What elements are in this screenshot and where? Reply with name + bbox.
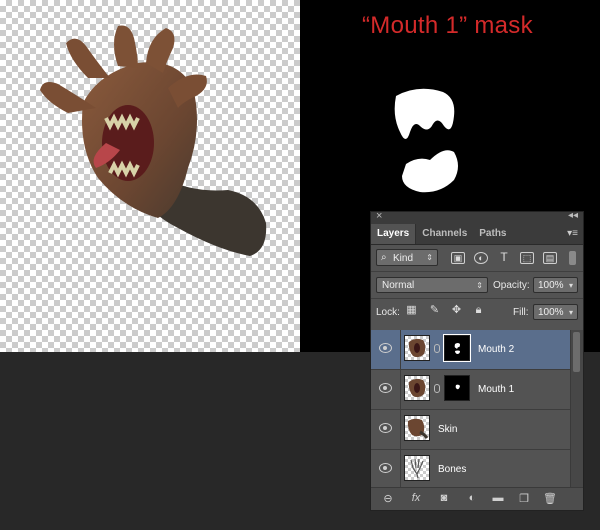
tab-layers[interactable]: Layers (371, 224, 417, 244)
eye-icon (379, 383, 392, 393)
chevron-down-icon: ▾ (568, 281, 573, 290)
chevron-down-icon: ▾ (568, 308, 573, 317)
layer-thumbnail (404, 455, 430, 481)
layer-row-skin[interactable]: Skin (371, 410, 571, 450)
adjustment-filter-icon[interactable]: ◐ (474, 252, 488, 264)
fill-label: Fill: (513, 307, 529, 318)
link-layers-icon[interactable]: ⊖ (379, 492, 397, 505)
tab-channels[interactable]: Channels (416, 224, 473, 244)
panel-title-bar[interactable]: × ◂◂ (371, 210, 583, 224)
mask-link-icon[interactable] (434, 384, 440, 393)
visibility-toggle[interactable] (371, 330, 401, 369)
filter-toggle-switch[interactable] (569, 251, 576, 265)
lock-transparent-icon[interactable]: ▦ (405, 304, 418, 317)
layers-list: Mouth 2 Mouth 1 Skin Bones (371, 330, 571, 490)
layer-thumbnail (404, 375, 430, 401)
new-group-icon[interactable]: ▬ (489, 492, 507, 504)
smart-object-filter-icon[interactable]: ▤ (543, 252, 557, 264)
layer-name: Mouth 1 (478, 384, 515, 395)
layers-scrollbar[interactable] (570, 330, 583, 488)
type-filter-icon[interactable]: T (497, 251, 511, 264)
search-icon: ⌕ (381, 252, 387, 263)
collapse-panel-icon[interactable]: ◂◂ (568, 210, 578, 221)
layer-mask-thumbnail[interactable] (444, 375, 470, 401)
filter-kind-label: Kind (393, 253, 414, 264)
visibility-toggle[interactable] (371, 450, 401, 489)
mask-shape-image (394, 88, 458, 193)
image-filter-icon[interactable]: ▣ (451, 252, 465, 264)
eye-icon (379, 463, 392, 473)
filter-kind-select[interactable]: ⌕ Kind ⇕ (376, 249, 438, 266)
lock-label: Lock: (376, 307, 400, 318)
opacity-value: 100% (538, 280, 564, 291)
blend-mode-value: Normal (382, 280, 415, 291)
shape-filter-icon[interactable]: ⬚ (520, 252, 534, 264)
filter-row: ⌕ Kind ⇕ ▣ ◐ T ⬚ ▤ (371, 245, 583, 271)
layer-row-mouth-2[interactable]: Mouth 2 (371, 330, 571, 370)
layer-name: Mouth 2 (478, 344, 515, 355)
adjustment-layer-icon[interactable]: ◐ (463, 492, 481, 504)
mask-title: “Mouth 1” mask (362, 12, 533, 39)
eye-icon (379, 423, 392, 433)
layer-name: Bones (438, 464, 467, 475)
layer-row-mouth-1[interactable]: Mouth 1 (371, 370, 571, 410)
close-panel-icon[interactable]: × (376, 210, 382, 222)
opacity-input[interactable]: 100% ▾ (533, 277, 578, 293)
panel-menu-icon[interactable]: ▾≡ (567, 228, 578, 239)
panel-tabs: Layers Channels Paths ▾≡ (371, 224, 583, 245)
blend-row: Normal ⇕ Opacity: 100% ▾ (371, 271, 583, 298)
scrollbar-thumb[interactable] (573, 332, 580, 372)
trash-icon[interactable]: 🗑︎ (541, 492, 559, 505)
fx-icon[interactable]: fx (407, 492, 425, 504)
fill-input[interactable]: 100% ▾ (533, 304, 578, 320)
lock-row: Lock: ▦ ✎ ✥ 🔒︎ Fill: 100% ▾ (371, 298, 583, 325)
lock-pixels-icon[interactable]: ✎ (428, 304, 441, 317)
layer-row-bones[interactable]: Bones (371, 450, 571, 490)
new-layer-icon[interactable]: ❐ (515, 492, 533, 505)
fill-value: 100% (538, 307, 564, 318)
mask-link-icon[interactable] (434, 344, 440, 353)
layers-panel: × ◂◂ Layers Channels Paths ▾≡ ⌕ Kind ⇕ ▣… (370, 210, 584, 511)
chevron-updown-icon: ⇕ (476, 281, 483, 290)
opacity-label: Opacity: (493, 280, 530, 291)
eye-icon (379, 343, 392, 353)
layer-name: Skin (438, 424, 458, 435)
panel-footer: ⊖ fx ◙ ◐ ▬ ❐ 🗑︎ (371, 487, 583, 510)
layer-thumbnail (404, 335, 430, 361)
monster-hand-image (40, 25, 267, 256)
add-mask-icon[interactable]: ◙ (435, 492, 453, 504)
layer-mask-thumbnail[interactable] (443, 334, 471, 362)
visibility-toggle[interactable] (371, 410, 401, 449)
chevron-updown-icon: ⇕ (426, 253, 433, 262)
blend-mode-select[interactable]: Normal ⇕ (376, 277, 488, 293)
layer-thumbnail (404, 415, 430, 441)
lock-all-icon[interactable]: 🔒︎ (472, 304, 485, 317)
lock-position-icon[interactable]: ✥ (450, 304, 463, 317)
visibility-toggle[interactable] (371, 370, 401, 409)
tab-paths[interactable]: Paths (473, 224, 512, 244)
